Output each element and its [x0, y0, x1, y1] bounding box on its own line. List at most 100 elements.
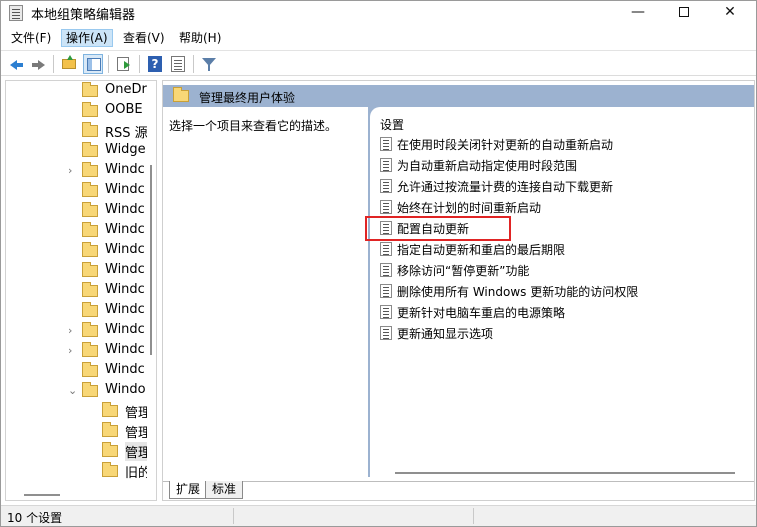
show-hide-tree-button[interactable] [83, 54, 103, 74]
console-tree-icon [87, 58, 101, 71]
window: 本地组策略编辑器 — ✕ 文件(F) 操作(A) 查看(V) 帮助(H) ? O… [0, 0, 757, 527]
folder-icon [82, 142, 98, 157]
tree-item[interactable]: Windc [6, 201, 146, 221]
tree-horizontal-scrollbar[interactable] [6, 488, 156, 500]
chevron-right-icon[interactable]: › [68, 344, 78, 358]
status-separator [473, 508, 474, 524]
tree-item[interactable]: Windc [6, 261, 146, 281]
setting-row[interactable]: 在使用时段关闭针对更新的自动重新启动 [380, 134, 752, 154]
help-button[interactable]: ? [145, 54, 165, 74]
close-button[interactable]: ✕ [707, 1, 753, 25]
toolbar-separator [193, 55, 194, 73]
tree-item-label: Windc [105, 182, 145, 197]
scrollbar-thumb[interactable] [24, 494, 60, 496]
chevron-right-icon[interactable]: › [68, 324, 78, 338]
tree-item[interactable]: 旧的 [6, 461, 151, 481]
forward-arrow-icon [32, 60, 45, 70]
setting-label: 为自动重新启动指定使用时段范围 [397, 159, 578, 173]
menu-view[interactable]: 查看(V) [119, 29, 169, 47]
tree-item[interactable]: RSS 源 [6, 121, 148, 141]
tree-item-label: Windc [105, 342, 145, 357]
setting-label: 允许通过按流量计费的连接自动下载更新 [397, 180, 614, 194]
description-text: 选择一个项目来查看它的描述。 [169, 119, 338, 133]
folder-icon [82, 302, 98, 317]
tree-item[interactable]: Windc [6, 221, 146, 241]
tree-item-label: Windc [105, 322, 145, 337]
tree-item[interactable]: Windc [6, 181, 146, 201]
properties-button[interactable] [168, 54, 188, 74]
policy-setting-icon [380, 137, 392, 151]
tree-item[interactable]: Windc [6, 281, 146, 301]
tree-item[interactable]: ⌄ Windo [6, 381, 146, 401]
tree-item[interactable]: Windc [6, 241, 146, 261]
export-list-button[interactable] [114, 54, 134, 74]
tree-item[interactable]: 管理 [6, 421, 151, 441]
list-horizontal-scrollbar[interactable] [378, 467, 754, 479]
menu-help[interactable]: 帮助(H) [175, 29, 225, 47]
menu-action[interactable]: 操作(A) [61, 29, 113, 47]
tab-standard[interactable]: 标准 [205, 481, 244, 499]
back-button[interactable] [7, 54, 27, 74]
tree-item-label: RSS 源 [105, 126, 148, 141]
setting-row[interactable]: 更新针对电脑车重启的电源策略 [380, 302, 752, 322]
tree-item-label: Windc [105, 302, 145, 317]
maximize-button[interactable] [661, 1, 707, 25]
policy-setting-icon [380, 326, 392, 340]
setting-row[interactable]: 移除访问“暂停更新”功能 [380, 260, 752, 280]
policy-setting-icon [380, 200, 392, 214]
tree-item[interactable]: Widge [6, 141, 146, 161]
setting-row[interactable]: 始终在计划的时间重新启动 [380, 197, 752, 217]
menu-file[interactable]: 文件(F) [7, 29, 55, 47]
export-icon [117, 57, 130, 71]
tree-item[interactable]: OneDr [6, 81, 147, 101]
forward-button[interactable] [28, 54, 48, 74]
folder-icon [82, 382, 98, 397]
settings-list: 设置 在使用时段关闭针对更新的自动重新启动 为自动重新启动指定使用时段范围允许通过… [370, 107, 754, 477]
tree-item-label: Windo [105, 382, 146, 397]
tree-item[interactable]: OOBE [6, 101, 146, 121]
tree-vertical-scrollbar[interactable] [147, 81, 156, 488]
chevron-right-icon[interactable]: › [68, 164, 78, 178]
setting-label: 删除使用所有 Windows 更新功能的访问权限 [397, 285, 639, 299]
tree-item[interactable]: 管理 [6, 441, 152, 461]
folder-icon [173, 87, 189, 102]
help-icon: ? [148, 56, 162, 72]
tree-item[interactable]: › Windc [6, 161, 146, 181]
folder-icon [82, 102, 98, 117]
tab-extended[interactable]: 扩展 [169, 481, 208, 499]
folder-icon [82, 322, 98, 337]
setting-label: 在使用时段关闭针对更新的自动重新启动 [397, 138, 614, 152]
scrollbar-thumb[interactable] [395, 472, 735, 474]
chevron-down-icon[interactable]: ⌄ [68, 384, 78, 398]
up-level-button[interactable] [59, 54, 79, 74]
setting-row[interactable]: 更新通知显示选项 [380, 323, 752, 343]
tree-item[interactable]: › Windc [6, 341, 146, 361]
folder-icon [82, 262, 98, 277]
setting-row[interactable]: 允许通过按流量计费的连接自动下载更新 [380, 176, 752, 196]
folder-icon [102, 422, 118, 437]
folder-icon [102, 462, 118, 477]
tree-item[interactable]: Windc [6, 301, 146, 321]
toolbar-separator [139, 55, 140, 73]
tree-item[interactable]: › Windc [6, 321, 146, 341]
setting-row[interactable]: 删除使用所有 Windows 更新功能的访问权限 [380, 281, 752, 301]
filter-button[interactable] [199, 54, 219, 74]
scrollbar-thumb[interactable] [150, 165, 152, 355]
console-tree: OneDr OOBE RSS 源 Widge › Windc Windc Windc Windc… [5, 80, 157, 501]
status-bar: 10 个设置 [1, 505, 756, 526]
setting-label: 更新针对电脑车重启的电源策略 [397, 306, 566, 320]
tree-item-label: Windc [105, 162, 145, 177]
tree-item[interactable]: Windc [6, 361, 146, 381]
setting-label: 指定自动更新和重启的最后期限 [397, 243, 566, 257]
settings-column-header[interactable]: 设置 [380, 116, 404, 133]
status-text: 10 个设置 [7, 511, 63, 525]
minimize-button[interactable]: — [615, 1, 661, 25]
filter-icon [202, 58, 216, 71]
folder-icon [82, 182, 98, 197]
folder-icon [82, 202, 98, 217]
tree-item-label: Windc [105, 222, 145, 237]
policy-setting-icon [380, 158, 392, 172]
setting-row[interactable]: 指定自动更新和重启的最后期限 [380, 239, 752, 259]
tree-item[interactable]: 管理 [6, 401, 151, 421]
setting-row[interactable]: 为自动重新启动指定使用时段范围 [380, 155, 752, 175]
